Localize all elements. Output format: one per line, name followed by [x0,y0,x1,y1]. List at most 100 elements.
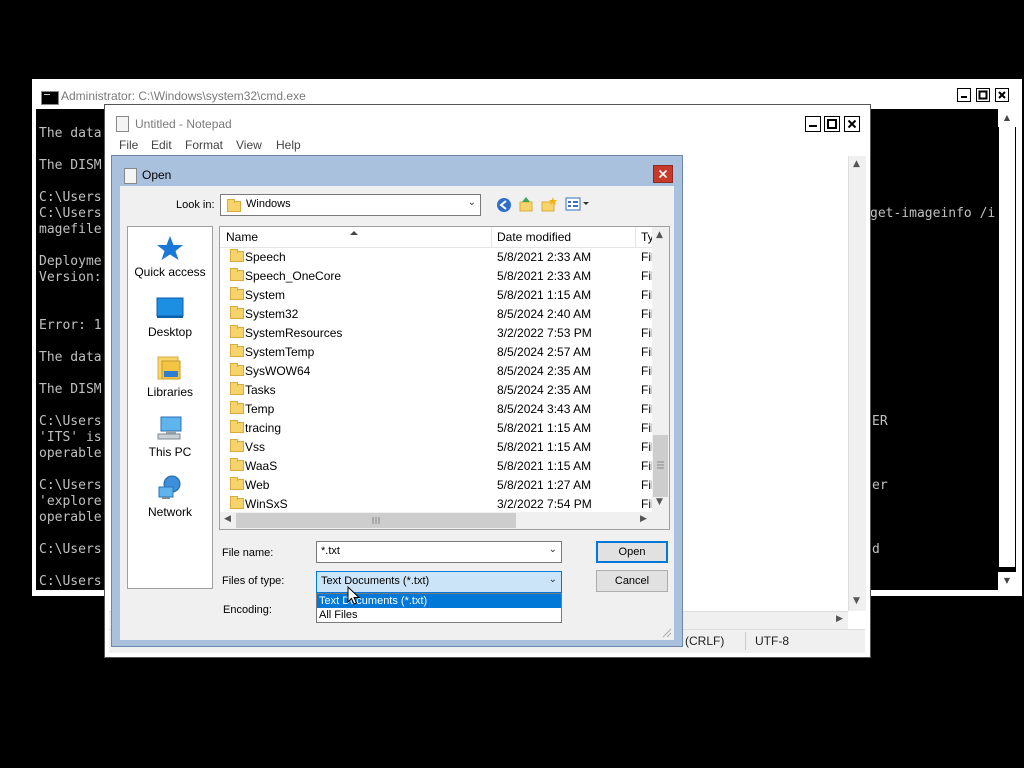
minimize-button[interactable] [957,88,971,102]
scroll-down-arrow-icon[interactable]: ▼ [998,572,1016,590]
open-button[interactable]: Open [596,541,668,563]
file-row[interactable]: Vss 5/8/2021 1:15 AM Fil [220,437,654,456]
files-of-type-label: Files of type: [222,575,285,587]
place-label: Libraries [146,385,194,399]
open-dialog[interactable]: Open Look in: Windows ⌄ Quick access Des… [111,155,683,647]
file-row[interactable]: WinSxS 3/2/2022 7:54 PM Fil [220,494,654,513]
scroll-up-arrow-icon[interactable]: ▲ [853,159,860,169]
place-this-pc[interactable]: This PC [128,409,212,465]
scroll-down-arrow-icon[interactable]: ▼ [656,497,663,507]
look-in-label: Look in: [176,199,215,211]
notepad-menubar: File Edit Format View Help [105,136,870,156]
maximize-button[interactable] [976,88,990,102]
file-date-cell: 5/8/2021 2:33 AM [497,250,592,264]
console-line: C:\Users [39,414,102,429]
file-date-cell: 5/8/2021 1:15 AM [497,288,592,302]
file-row[interactable]: SysWOW64 8/5/2024 2:35 AM Fil [220,361,654,380]
menu-format[interactable]: Format [185,138,223,152]
column-header-date[interactable]: Date modified [497,230,571,244]
place-desktop[interactable]: Desktop [128,289,212,345]
file-list[interactable]: Name Date modified Ty Speech 5/8/2021 2:3… [219,226,670,530]
notepad-maximize-button[interactable] [824,116,840,132]
scroll-right-arrow-icon[interactable]: ▶ [836,614,843,624]
sort-ascending-icon [350,231,358,235]
back-icon[interactable] [495,196,513,214]
file-name-cell: Tasks [245,383,276,397]
file-row[interactable]: SystemResources 3/2/2022 7:53 PM Fil [220,323,654,342]
scrollbar-thumb[interactable] [236,513,516,528]
star-icon [157,236,183,260]
cancel-button[interactable]: Cancel [596,570,668,592]
libraries-icon [157,356,181,380]
folder-icon [230,458,244,471]
file-date-cell: 3/2/2022 7:53 PM [497,326,592,340]
folder-icon [230,477,244,490]
up-one-level-icon[interactable] [517,195,535,213]
file-name-input[interactable]: *.txt ⌄ [316,541,562,563]
console-line: C:\Users [39,190,102,205]
close-icon [998,91,1006,99]
file-row[interactable]: Web 5/8/2021 1:27 AM Fil [220,475,654,494]
place-network[interactable]: Network [128,469,212,525]
file-date-cell: 5/8/2021 1:15 AM [497,440,592,454]
file-date-cell: 8/5/2024 3:43 AM [497,402,592,416]
file-date-cell: 5/8/2021 2:33 AM [497,269,592,283]
maximize-icon [978,90,988,100]
column-divider[interactable] [635,227,636,247]
file-name-cell: tracing [245,421,282,435]
notepad-minimize-button[interactable] [805,116,821,132]
scroll-left-arrow-icon[interactable]: ◀ [224,514,231,524]
file-row[interactable]: Temp 8/5/2024 3:43 AM Fil [220,399,654,418]
console-line: magefile [39,222,102,237]
chevron-down-icon[interactable]: ⌄ [549,574,557,585]
file-row[interactable]: System32 8/5/2024 2:40 AM Fil [220,304,654,323]
file-row[interactable]: System 5/8/2021 1:15 AM Fil [220,285,654,304]
cmd-title: Administrator: C:\Windows\system32\cmd.e… [61,89,306,103]
chevron-down-icon[interactable]: ⌄ [549,544,557,555]
file-row[interactable]: Tasks 8/5/2024 2:35 AM Fil [220,380,654,399]
file-name-label: File name: [222,547,274,559]
console-line: C:\Users [39,574,102,589]
place-quick-access[interactable]: Quick access [128,229,212,285]
type-option-all-files[interactable]: All Files [317,608,561,622]
folder-icon [230,306,244,319]
console-line: 'explore [39,494,102,509]
file-name-cell: Speech [245,250,286,264]
place-libraries[interactable]: Libraries [128,349,212,405]
file-date-cell: 8/5/2024 2:40 AM [497,307,592,321]
column-header-name[interactable]: Name [226,230,258,244]
file-date-cell: 3/2/2022 7:54 PM [497,497,592,511]
scroll-up-arrow-icon[interactable]: ▲ [656,230,663,240]
close-button[interactable] [995,88,1009,102]
resize-grip-icon[interactable] [660,626,672,638]
look-in-combo[interactable]: Windows ⌄ [220,194,481,216]
menu-view[interactable]: View [236,138,262,152]
file-list-horizontal-scrollbar[interactable]: ◀ ▶ [220,512,652,529]
scrollbar-thumb[interactable] [999,127,1015,567]
menu-file[interactable]: File [119,138,138,152]
file-date-cell: 8/5/2024 2:35 AM [497,364,592,378]
menu-edit[interactable]: Edit [151,138,172,152]
view-menu-icon[interactable] [565,196,591,212]
grip-icon [657,461,664,469]
scroll-up-arrow-icon[interactable]: ▲ [998,109,1016,127]
notepad-close-button[interactable] [844,116,860,132]
column-divider[interactable] [491,227,492,247]
file-row[interactable]: SystemTemp 8/5/2024 2:57 AM Fil [220,342,654,361]
scroll-down-arrow-icon[interactable]: ▼ [853,596,860,606]
notepad-vertical-scrollbar[interactable]: ▲ ▼ [848,156,866,611]
scrollbar-thumb[interactable] [653,435,668,497]
file-list-vertical-scrollbar[interactable]: ▲ ▼ [652,227,669,512]
file-row[interactable]: tracing 5/8/2021 1:15 AM Fil [220,418,654,437]
new-folder-icon[interactable] [540,195,558,213]
file-date-cell: 5/8/2021 1:15 AM [497,421,592,435]
console-scrollbar[interactable]: ▲ ▼ [998,109,1016,590]
scroll-right-arrow-icon[interactable]: ▶ [640,514,647,524]
file-row[interactable]: Speech_OneCore 5/8/2021 2:33 AM Fil [220,266,654,285]
menu-help[interactable]: Help [276,138,301,152]
file-row[interactable]: Speech 5/8/2021 2:33 AM Fil [220,247,654,266]
dialog-close-button[interactable] [653,165,673,183]
status-encoding: UTF-8 [755,634,789,648]
file-name-cell: SystemTemp [245,345,315,359]
file-row[interactable]: WaaS 5/8/2021 1:15 AM Fil [220,456,654,475]
